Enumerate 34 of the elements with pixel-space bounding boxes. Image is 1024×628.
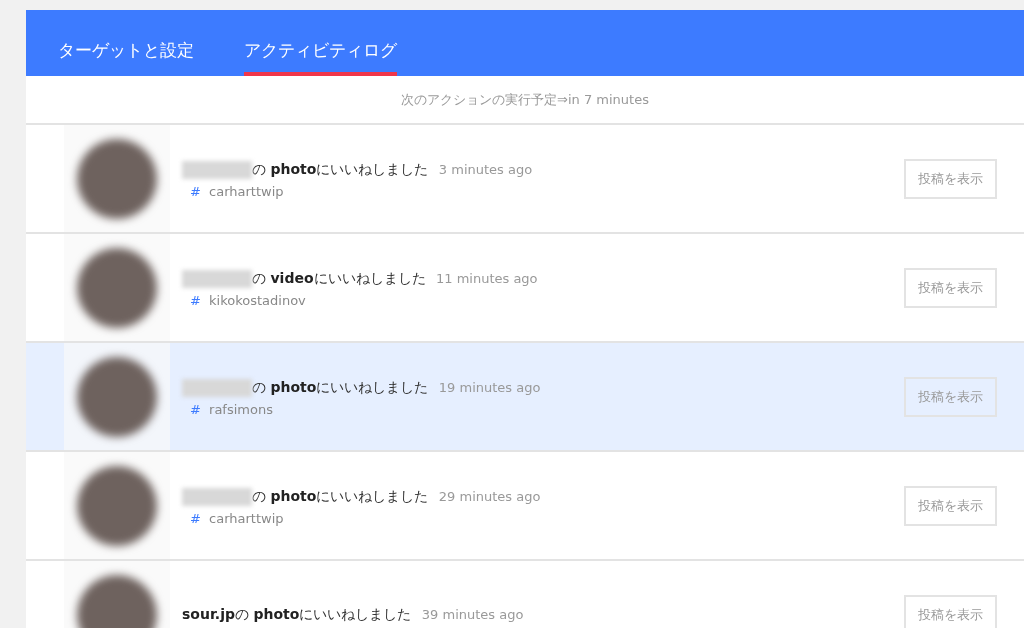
redacted-username bbox=[182, 378, 252, 397]
next-action-text: 次のアクションの実行予定⇒in 7 minutes bbox=[401, 90, 649, 109]
activity-row[interactable]: の photoにいいねしました 3 minutes ago # carharttwip 投稿を表示 bbox=[26, 125, 1024, 234]
tab[interactable]: ターゲットと設定 bbox=[58, 39, 194, 76]
redacted-username bbox=[182, 269, 252, 288]
hashtag-text: carharttwip bbox=[209, 183, 284, 199]
hashtag-text: kikokostadinov bbox=[209, 292, 306, 308]
activity-row[interactable]: の videoにいいねしました 11 minutes ago # kikokostadinov 投稿を表示 bbox=[26, 234, 1024, 343]
activity-row[interactable]: の photoにいいねしました 29 minutes ago # carharttwip 投稿を表示 bbox=[26, 452, 1024, 561]
activity-message: の photoにいいねしました bbox=[252, 487, 429, 504]
hashtag-mark: # bbox=[190, 183, 201, 199]
hashtag-text: rafsimons bbox=[209, 401, 273, 417]
activity-message: の photoにいいねしました bbox=[252, 160, 429, 177]
view-post-button[interactable]: 投稿を表示 bbox=[904, 158, 997, 199]
hashtag-mark: # bbox=[190, 292, 201, 308]
activity-time: 11 minutes ago bbox=[435, 270, 538, 286]
view-post-button[interactable]: 投稿を表示 bbox=[904, 376, 997, 417]
hashtag-mark: # bbox=[190, 401, 201, 417]
tab[interactable]: アクティビティログ bbox=[244, 39, 397, 76]
activity-time: 39 minutes ago bbox=[421, 607, 524, 622]
activity-message: の videoにいいねしました bbox=[252, 269, 426, 286]
redacted-username bbox=[182, 160, 252, 179]
activity-time: 29 minutes ago bbox=[438, 488, 541, 504]
view-post-button[interactable]: 投稿を表示 bbox=[904, 267, 997, 308]
activity-message: sour.jpの photoにいいねしました bbox=[182, 606, 412, 622]
hashtag-text: carharttwip bbox=[209, 510, 284, 526]
hashtag-mark: # bbox=[190, 510, 201, 526]
activity-time: 3 minutes ago bbox=[438, 161, 533, 177]
view-post-button[interactable]: 投稿を表示 bbox=[904, 485, 997, 526]
activity-message: の photoにいいねしました bbox=[252, 378, 429, 395]
activity-row[interactable]: の photoにいいねしました 19 minutes ago # rafsimons 投稿を表示 bbox=[26, 343, 1024, 452]
activity-time: 19 minutes ago bbox=[438, 379, 541, 395]
redacted-username bbox=[182, 487, 252, 506]
view-post-button[interactable]: 投稿を表示 bbox=[904, 594, 997, 628]
